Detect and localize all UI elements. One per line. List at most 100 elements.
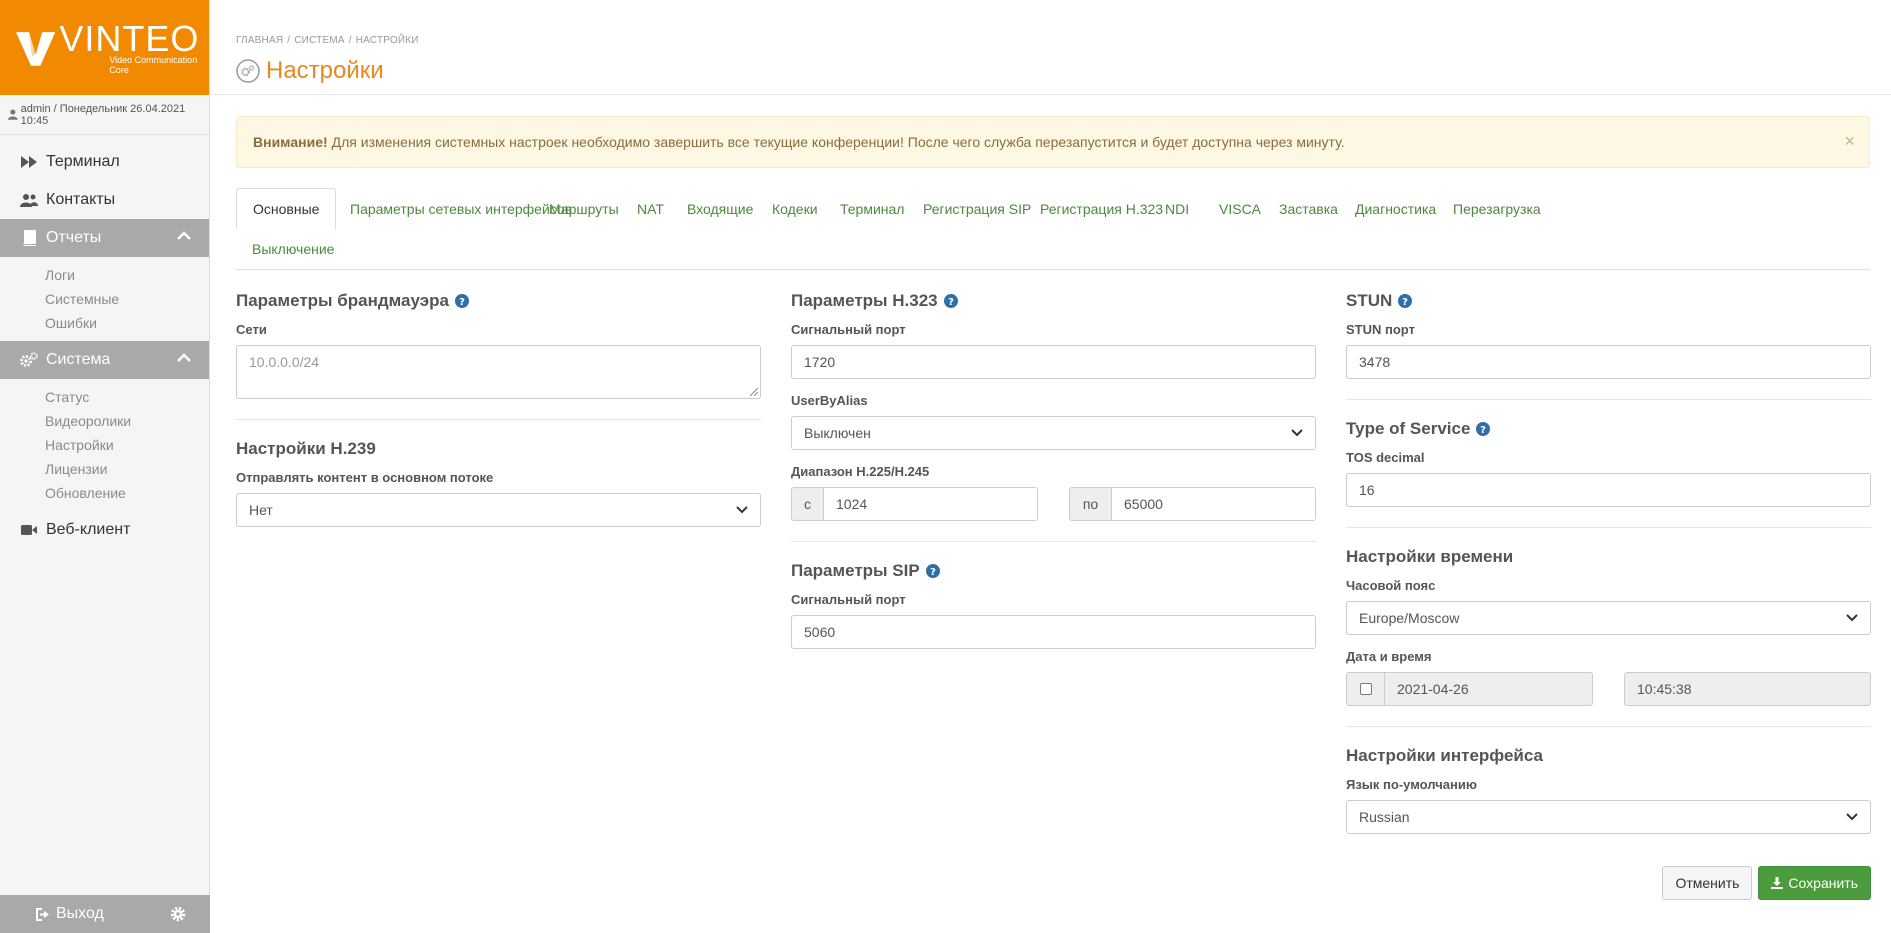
cancel-button[interactable]: Отменить: [1662, 866, 1753, 900]
logo[interactable]: VINTEO Video Communication Core: [0, 0, 209, 95]
warning-alert: Внимание! Для изменения системных настро…: [236, 116, 1870, 168]
timezone-value: Europe/Moscow: [1359, 610, 1460, 626]
sidebar-item-system[interactable]: Система: [0, 341, 209, 379]
chevron-down-icon: [1846, 614, 1858, 622]
svg-text:?: ?: [1402, 297, 1408, 308]
h239-value: Нет: [249, 502, 273, 518]
sip-port-label: Сигнальный порт: [791, 592, 906, 607]
question-circle-icon[interactable]: ?: [1398, 294, 1413, 308]
resize-grip-icon[interactable]: [750, 388, 758, 396]
tab-shutdown[interactable]: Выключение: [236, 228, 350, 270]
sidebar-item-reports[interactable]: Отчеты: [0, 219, 209, 257]
save-button[interactable]: Сохранить: [1758, 866, 1871, 900]
sidebar-subitem-system[interactable]: Системные: [0, 287, 209, 311]
logout-label: Выход: [56, 905, 104, 922]
sip-port-input[interactable]: 5060: [791, 615, 1316, 649]
gear-icon[interactable]: [170, 906, 186, 922]
time-title: Настройки времени: [1346, 547, 1514, 566]
datetime-row: 2021-04-26 10:45:38: [1346, 672, 1871, 706]
tab-ndi[interactable]: NDI: [1149, 188, 1205, 230]
question-circle-icon[interactable]: ?: [454, 294, 469, 308]
alias-select[interactable]: Выключен: [791, 416, 1316, 450]
divider: [1346, 726, 1871, 727]
tab-diagnostics[interactable]: Диагностика: [1339, 188, 1452, 230]
sidebar-item-label: Отчеты: [46, 229, 102, 246]
svg-text:?: ?: [948, 297, 954, 308]
chevron-down-icon: [736, 506, 748, 514]
h239-select[interactable]: Нет: [236, 493, 761, 527]
divider: [791, 541, 1316, 542]
networks-value: 10.0.0.0/24: [249, 354, 320, 370]
h239-title: Настройки H.239: [236, 439, 376, 458]
tab-terminal[interactable]: Терминал: [824, 188, 920, 230]
logo-name: VINTEO: [59, 17, 200, 59]
sidebar-subitem-videos[interactable]: Видеоролики: [0, 409, 209, 433]
range-from-addon: с: [791, 487, 823, 521]
manual-time-checkbox[interactable]: [1346, 672, 1384, 706]
sidebar-subitem-settings[interactable]: Настройки: [0, 433, 209, 457]
chevron-up-icon[interactable]: [177, 231, 191, 241]
tos-title-text: Type of Service: [1346, 419, 1471, 438]
divider: [236, 419, 761, 420]
tab-incoming[interactable]: Входящие: [671, 188, 769, 230]
page-title-text: Настройки: [266, 57, 384, 84]
tos-label: TOS decimal: [1346, 450, 1425, 465]
range-to-input[interactable]: 65000: [1111, 487, 1316, 521]
sidebar-subitem-logs[interactable]: Логи: [0, 263, 209, 287]
language-select[interactable]: Russian: [1346, 800, 1871, 834]
tab-reboot[interactable]: Перезагрузка: [1437, 188, 1557, 230]
range-row: с 1024 по 65000: [791, 487, 1316, 521]
main-content: Главная / Система / Настройки Настройки Вним…: [211, 0, 1891, 933]
language-value: Russian: [1359, 809, 1410, 825]
sidebar-subitem-update[interactable]: Обновление: [0, 481, 209, 505]
firewall-title: Параметры брандмауэра ?: [236, 290, 761, 312]
breadcrumb: Главная / Система / Настройки: [236, 35, 419, 46]
sidebar-item-terminal[interactable]: Терминал: [0, 143, 209, 181]
sidebar-subitem-licenses[interactable]: Лицензии: [0, 457, 209, 481]
svg-text:?: ?: [930, 567, 936, 578]
sidebar-footer: Выход: [0, 895, 210, 933]
sidebar-item-web-client[interactable]: Веб-клиент: [0, 511, 209, 549]
h323-title: Параметры H.323 ?: [791, 290, 1316, 312]
question-circle-icon[interactable]: ?: [925, 564, 940, 578]
tab-main[interactable]: Основные: [236, 188, 337, 230]
sidebar-item-label: Система: [46, 351, 111, 368]
users-icon: [20, 192, 38, 208]
sign-out-icon: [36, 907, 49, 921]
logo-tagline: Video Communication Core: [109, 54, 198, 75]
tab-routes[interactable]: Маршруты: [533, 188, 635, 230]
page-title: Настройки: [236, 57, 384, 85]
tos-input[interactable]: 16: [1346, 473, 1871, 507]
breadcrumb-settings: Настройки: [355, 35, 419, 46]
networks-textarea[interactable]: 10.0.0.0/24: [236, 345, 761, 399]
range-from-input[interactable]: 1024: [823, 487, 1038, 521]
question-circle-icon[interactable]: ?: [943, 294, 958, 308]
breadcrumb-home[interactable]: Главная: [236, 35, 283, 46]
h323-port-input[interactable]: 1720: [791, 345, 1316, 379]
user-icon: [8, 109, 18, 120]
date-input: 2021-04-26: [1384, 672, 1593, 706]
tab-codecs[interactable]: Кодеки: [756, 188, 834, 230]
column-right: STUN ? STUN порт 3478 Type of Service ? …: [1346, 290, 1871, 834]
range-to-addon: по: [1069, 487, 1111, 521]
sip-title-text: Параметры SIP: [791, 561, 920, 580]
logout-button[interactable]: Выход: [36, 905, 104, 923]
sidebar-subitem-status[interactable]: Статус: [0, 385, 209, 409]
alias-value: Выключен: [804, 425, 871, 441]
sidebar-item-contacts[interactable]: Контакты: [0, 181, 209, 219]
breadcrumb-system[interactable]: Система: [294, 35, 344, 46]
chevron-up-icon[interactable]: [177, 353, 191, 363]
sidebar: VINTEO Video Communication Core admin / …: [0, 0, 210, 933]
save-label: Сохранить: [1788, 875, 1858, 891]
settings-cogs-icon: [236, 59, 260, 83]
stun-title: STUN ?: [1346, 290, 1871, 312]
timezone-select[interactable]: Europe/Moscow: [1346, 601, 1871, 635]
question-circle-icon[interactable]: ?: [1476, 422, 1491, 436]
range-to-group: по 65000: [1069, 487, 1316, 521]
close-icon[interactable]: ×: [1844, 131, 1855, 152]
download-icon: [1771, 877, 1784, 889]
sip-title: Параметры SIP ?: [791, 560, 1316, 582]
sidebar-subitem-errors[interactable]: Ошибки: [0, 311, 209, 335]
divider: [1346, 399, 1871, 400]
stun-port-input[interactable]: 3478: [1346, 345, 1871, 379]
